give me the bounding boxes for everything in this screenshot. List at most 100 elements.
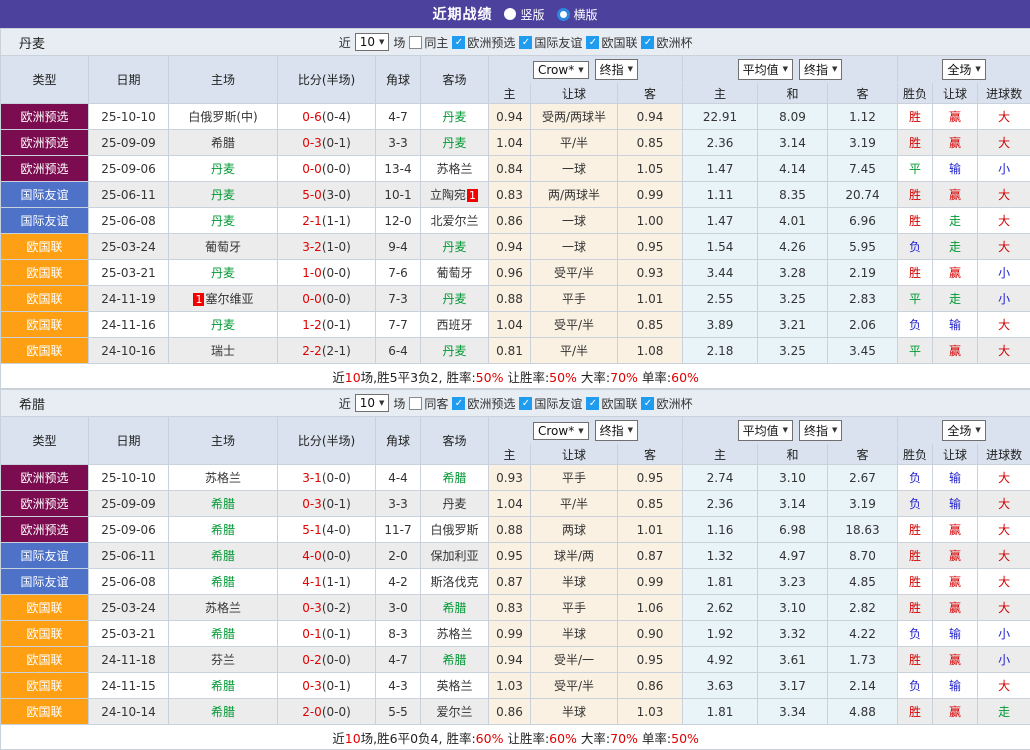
league-badge: 欧国联 — [1, 286, 89, 312]
home-team: 希腊 — [169, 130, 278, 156]
checkbox-checked-icon[interactable]: ✓ — [641, 36, 654, 49]
home-team: 1塞尔维亚 — [169, 286, 278, 312]
avg-stage-select[interactable]: 终指▼ — [799, 420, 842, 441]
avg-home-odds: 3.44 — [683, 260, 758, 286]
handicap-line: 受两/两球半 — [531, 104, 618, 130]
summary-row: 近10场,胜6平0负4, 胜率:60% 让胜率:60% 大率:70% 单率:50… — [1, 725, 1030, 750]
filter-games-label: 场 — [393, 395, 405, 412]
avg-home-odds: 1.81 — [683, 699, 758, 725]
radio-horizontal[interactable]: 横版 — [557, 6, 598, 23]
checkbox-checked-icon[interactable]: ✓ — [452, 36, 465, 49]
checkbox-checked-icon[interactable]: ✓ — [586, 397, 599, 410]
bookmaker-select[interactable]: Crow*▼ — [533, 422, 589, 440]
bookmaker-select[interactable]: Crow*▼ — [533, 61, 589, 79]
home-team-text: 葡萄牙 — [205, 240, 241, 254]
fulltime-score: 0-3 — [302, 497, 322, 511]
away-team: 苏格兰 — [421, 156, 489, 182]
league-filter-checkbox[interactable]: ✓欧洲预选 — [452, 395, 515, 412]
checkbox-checked-icon[interactable]: ✓ — [586, 36, 599, 49]
away-team-text: 希腊 — [442, 471, 466, 485]
league-filter-checkbox[interactable]: ✓欧洲杯 — [641, 395, 692, 412]
avg-home-odds: 3.63 — [683, 673, 758, 699]
result-goals: 大 — [978, 130, 1030, 156]
home-odds: 0.86 — [489, 699, 531, 725]
away-team-text: 希腊 — [442, 601, 466, 615]
result-goals: 大 — [978, 234, 1030, 260]
home-team-text: 丹麦 — [211, 188, 235, 202]
avg-away-odds: 2.82 — [828, 595, 898, 621]
match-date: 25-03-21 — [89, 260, 169, 286]
result-goals: 小 — [978, 156, 1030, 182]
result-outcome: 平 — [898, 338, 933, 364]
avg-away-odds: 2.83 — [828, 286, 898, 312]
checkbox-unchecked-icon[interactable] — [409, 397, 422, 410]
match-count-select[interactable]: 10▼ — [355, 394, 390, 412]
team-filter-row: 丹麦近10▼场同主✓欧洲预选✓国际友谊✓欧国联✓欧洲杯 — [1, 29, 1030, 56]
home-odds: 0.88 — [489, 517, 531, 543]
handicap-line: 一球 — [531, 234, 618, 260]
home-team: 白俄罗斯(中) — [169, 104, 278, 130]
sub-header: 胜负 — [898, 444, 933, 465]
away-odds: 0.94 — [618, 104, 683, 130]
summary-part: 让胜率: — [503, 370, 549, 385]
corners: 7-6 — [376, 260, 421, 286]
checkbox-checked-icon[interactable]: ✓ — [519, 397, 532, 410]
league-filter-checkbox[interactable]: ✓欧洲杯 — [641, 34, 692, 51]
handicap-line: 两球 — [531, 517, 618, 543]
summary-part: 10 — [345, 731, 361, 746]
league-filter-checkbox[interactable]: ✓国际友谊 — [519, 395, 582, 412]
same-side-checkbox[interactable]: 同主 — [409, 34, 448, 51]
corners: 3-3 — [376, 130, 421, 156]
avg-draw-odds: 3.10 — [758, 595, 828, 621]
chevron-down-icon: ▼ — [975, 426, 980, 434]
home-team: 丹麦 — [169, 182, 278, 208]
checkbox-checked-icon[interactable]: ✓ — [641, 397, 654, 410]
result-goals: 小 — [978, 647, 1030, 673]
radio-vertical[interactable]: 竖版 — [504, 6, 544, 23]
match-row: 欧洲预选25-09-09希腊0-3(0-1)3-3丹麦1.04平/半0.852.… — [1, 491, 1030, 517]
avg-draw-odds: 3.32 — [758, 621, 828, 647]
home-team: 丹麦 — [169, 208, 278, 234]
team-name: 希腊 — [19, 394, 45, 413]
col-header: 类型 — [1, 56, 89, 104]
avg-away-odds: 1.73 — [828, 647, 898, 673]
result-goals: 大 — [978, 543, 1030, 569]
match-row: 欧国联24-11-191塞尔维亚0-0(0-0)7-3丹麦0.88平手1.012… — [1, 286, 1030, 312]
match-date: 25-09-09 — [89, 130, 169, 156]
period-select[interactable]: 全场▼ — [942, 59, 985, 80]
full-group-header: 全场▼ — [898, 417, 1030, 444]
avg-away-odds: 20.74 — [828, 182, 898, 208]
checkbox-checked-icon[interactable]: ✓ — [452, 397, 465, 410]
league-filter-checkbox[interactable]: ✓欧洲预选 — [452, 34, 515, 51]
away-team-text: 苏格兰 — [436, 627, 472, 641]
odds-stage-select[interactable]: 终指▼ — [595, 420, 638, 441]
match-row: 欧洲预选25-10-10白俄罗斯(中)0-6(0-4)4-7丹麦0.94受两/两… — [1, 104, 1030, 130]
average-select[interactable]: 平均值▼ — [738, 420, 793, 441]
home-team: 丹麦 — [169, 156, 278, 182]
league-filter-checkbox[interactable]: ✓欧国联 — [586, 34, 637, 51]
odds-stage-select[interactable]: 终指▼ — [595, 59, 638, 80]
halftime-score: (0-0) — [322, 705, 351, 719]
match-count-select[interactable]: 10▼ — [355, 33, 390, 51]
match-date: 24-11-19 — [89, 286, 169, 312]
avg-home-odds: 1.32 — [683, 543, 758, 569]
result-outcome: 负 — [898, 491, 933, 517]
same-side-checkbox[interactable]: 同客 — [409, 395, 448, 412]
radio-unselected-icon — [504, 8, 516, 20]
checkbox-checked-icon[interactable]: ✓ — [519, 36, 532, 49]
halftime-score: (0-4) — [322, 110, 351, 124]
home-team-text: 希腊 — [211, 705, 235, 719]
away-team-text: 丹麦 — [442, 110, 466, 124]
checkbox-unchecked-icon[interactable] — [409, 36, 422, 49]
fulltime-score: 5-0 — [302, 188, 322, 202]
col-header: 比分(半场) — [278, 56, 376, 104]
league-filter-checkbox[interactable]: ✓欧国联 — [586, 395, 637, 412]
avg-stage-select[interactable]: 终指▼ — [799, 59, 842, 80]
period-select[interactable]: 全场▼ — [942, 420, 985, 441]
league-filter-checkbox[interactable]: ✓国际友谊 — [519, 34, 582, 51]
average-select[interactable]: 平均值▼ — [738, 59, 793, 80]
league-filter-label: 欧国联 — [601, 34, 637, 51]
home-odds: 1.04 — [489, 130, 531, 156]
away-team-text: 保加利亚 — [430, 549, 478, 563]
corners: 5-5 — [376, 699, 421, 725]
